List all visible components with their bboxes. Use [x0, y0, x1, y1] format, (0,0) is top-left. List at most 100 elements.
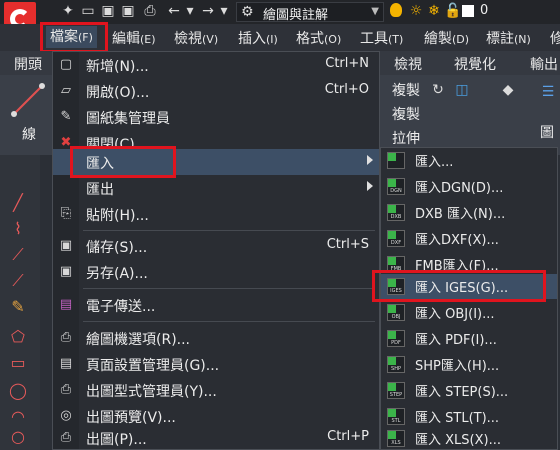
- new-icon[interactable]: ✦: [60, 3, 76, 19]
- sheet-set-icon: ✎: [60, 109, 72, 124]
- line-icon: [11, 83, 45, 117]
- etransmit-icon: ▤: [59, 297, 73, 312]
- import-icon: [387, 152, 405, 169]
- pencil-icon[interactable]: ✎: [8, 297, 28, 317]
- tab-output[interactable]: 輸出: [530, 54, 558, 74]
- quick-access-toolbar: ✦ ▭ ▣ ▣ ⎙ ← ▾ → ▾ ⚙ 繪圖與註解 ▼ ☼ ❄ 🔓 0: [0, 0, 560, 24]
- file-menu-item-plotter[interactable]: ⎙ 繪圖機選項(R)...: [53, 325, 379, 351]
- save-as-icon: ▣: [59, 264, 73, 279]
- color-swatch-icon[interactable]: [462, 5, 474, 17]
- import-item-dxf[interactable]: DXF 匯入DXF(X)...: [381, 226, 557, 251]
- circle-icon[interactable]: ○: [8, 427, 28, 447]
- menu-insert[interactable]: 插入(I): [238, 28, 278, 48]
- save-icon[interactable]: ▣: [100, 3, 116, 19]
- line-tool-button[interactable]: 線: [8, 80, 52, 152]
- import-item-dgn[interactable]: DGN 匯入DGN(D)...: [381, 174, 557, 199]
- redo-dropdown-icon[interactable]: ▾: [216, 3, 232, 19]
- ellipse-icon[interactable]: ◯: [8, 381, 28, 401]
- file-menu-item-plot[interactable]: ⎙ 出圖(P)... Ctrl+P: [53, 425, 379, 450]
- menu-separator: [83, 230, 375, 231]
- import-item-shp[interactable]: SHP SHP匯入(H)...: [381, 352, 557, 377]
- menu-tools[interactable]: 工具(T): [360, 28, 403, 48]
- menu-modify[interactable]: 修: [550, 28, 560, 48]
- highlight-box-file-menu: [40, 22, 108, 53]
- dxb-icon: DXB: [387, 204, 405, 221]
- plotter-icon: ⎙: [60, 330, 72, 345]
- copy-label-2[interactable]: 複製: [392, 104, 420, 124]
- copy-label[interactable]: 複製: [392, 80, 420, 100]
- mirror-icon[interactable]: ◫: [454, 82, 470, 98]
- file-menu-item-plot-style[interactable]: ⎙ 出圖型式管理員(Y)...: [53, 377, 379, 403]
- file-menu-item-attach[interactable]: ⎘ 貼附(H)...: [53, 201, 379, 227]
- plot-preview-icon: ◎: [60, 408, 72, 423]
- redo-icon[interactable]: →: [200, 3, 216, 19]
- construct-line-icon[interactable]: ⟋: [8, 271, 28, 291]
- line-icon[interactable]: ╱: [8, 193, 28, 213]
- file-menu-item-etransmit[interactable]: ▤ 電子傳送...: [53, 292, 379, 318]
- file-menu-item-save[interactable]: ▣ 儲存(S)... Ctrl+S: [53, 233, 379, 259]
- stretch-label[interactable]: 拉伸: [392, 128, 420, 148]
- open-icon[interactable]: ▭: [80, 3, 96, 19]
- save-icon: ▣: [59, 238, 73, 253]
- highlight-box-iges: [372, 270, 546, 302]
- file-menu-item-page-setup[interactable]: ▤ 頁面設置管理員(G)...: [53, 351, 379, 377]
- save-as-icon[interactable]: ▣: [120, 3, 136, 19]
- menu-separator: [83, 321, 375, 322]
- menu-dimension[interactable]: 標註(N): [486, 28, 531, 48]
- import-item-generic[interactable]: 匯入...: [381, 148, 557, 173]
- menu-edit[interactable]: 編輯(E): [112, 28, 156, 48]
- menu-separator: [83, 288, 375, 289]
- polygon-icon[interactable]: ⬠: [8, 327, 28, 347]
- obj-icon: OBJ: [387, 304, 405, 321]
- chevron-right-icon: [367, 155, 373, 165]
- dgn-icon: DGN: [387, 178, 405, 195]
- arc-icon[interactable]: ◠: [8, 407, 28, 427]
- import-item-pdf[interactable]: PDF 匯入 PDF(I)...: [381, 326, 557, 351]
- layer-icon[interactable]: ☰: [540, 84, 556, 100]
- menu-view[interactable]: 檢視(V): [174, 28, 218, 48]
- print-icon[interactable]: ⎙: [142, 3, 158, 19]
- undo-dropdown-icon[interactable]: ▾: [182, 3, 198, 19]
- file-menu-item-open[interactable]: ▱ 開啟(O)... Ctrl+O: [53, 78, 379, 104]
- erase-icon[interactable]: ◆: [500, 82, 516, 98]
- tab-home[interactable]: 開頭: [14, 54, 42, 74]
- xls-icon: XLS: [387, 430, 405, 447]
- file-menu-item-new[interactable]: ▢ 新增(N)... Ctrl+N: [53, 52, 379, 78]
- image-label[interactable]: 圖: [540, 122, 554, 142]
- layer-number: 0: [480, 3, 489, 18]
- file-menu-item-export[interactable]: 匯出: [53, 175, 379, 201]
- plot-icon: ⎙: [60, 430, 72, 445]
- rectangle-icon[interactable]: ▭: [8, 353, 28, 373]
- freeze-icon[interactable]: ❄: [426, 3, 442, 19]
- tab-view[interactable]: 檢視: [394, 54, 422, 74]
- shp-icon: SHP: [387, 356, 405, 373]
- file-menu-item-sheet-set[interactable]: ✎ 圖紙集管理員: [53, 104, 379, 130]
- dxf-icon: DXF: [387, 230, 405, 247]
- import-item-obj[interactable]: OBJ 匯入 OBJ(I)...: [381, 300, 557, 325]
- line-tool-label: 線: [22, 127, 36, 143]
- tab-visualize[interactable]: 視覺化: [454, 54, 496, 74]
- stl-icon: STL: [387, 408, 405, 425]
- step-icon: STEP: [387, 382, 405, 399]
- gear-icon: ⚙: [241, 4, 254, 20]
- lightbulb-icon[interactable]: [390, 3, 402, 17]
- import-item-dxb[interactable]: DXB DXB 匯入(N)...: [381, 200, 557, 225]
- menu-draw[interactable]: 繪製(D): [424, 28, 469, 48]
- rotate-icon[interactable]: ↻: [430, 82, 446, 98]
- ray-icon[interactable]: ⟋: [8, 245, 28, 265]
- left-toolbar: ╱ ⌇ ⟋ ⟋ ✎ ⬠ ▭ ◯ ◠ ○: [0, 155, 40, 450]
- new-icon: ▢: [59, 57, 73, 72]
- chevron-down-icon: ▼: [371, 6, 379, 17]
- import-item-xls[interactable]: XLS 匯入 XLS(X)...: [381, 426, 557, 450]
- lock-icon[interactable]: 🔓: [444, 3, 461, 19]
- import-item-step[interactable]: STEP 匯入 STEP(S)...: [381, 378, 557, 403]
- polyline-icon[interactable]: ⌇: [8, 219, 28, 239]
- file-menu-dropdown: ▢ 新增(N)... Ctrl+N ▱ 開啟(O)... Ctrl+O ✎ 圖紙…: [52, 51, 380, 450]
- sun-icon[interactable]: ☼: [408, 3, 424, 19]
- menu-format[interactable]: 格式(O): [296, 28, 341, 48]
- workspace-select[interactable]: ⚙ 繪圖與註解 ▼: [236, 2, 384, 23]
- file-menu-item-save-as[interactable]: ▣ 另存(A)...: [53, 259, 379, 285]
- pdf-icon: PDF: [387, 330, 405, 347]
- undo-icon[interactable]: ←: [166, 3, 182, 19]
- attach-icon: ⎘: [60, 206, 72, 221]
